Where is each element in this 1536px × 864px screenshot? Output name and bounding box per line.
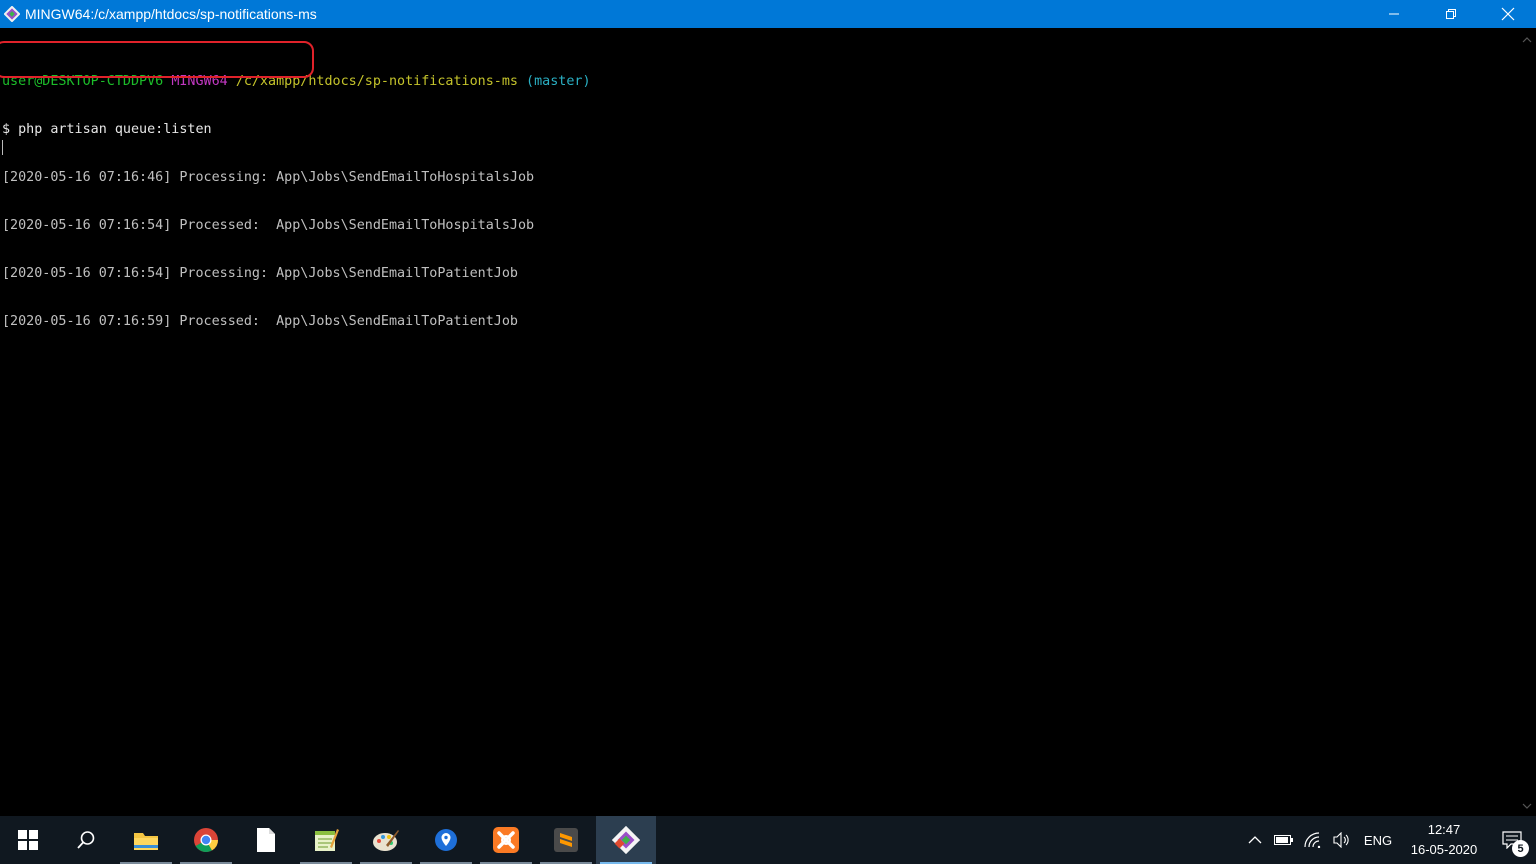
taskbar-app-file-explorer[interactable] [116,816,176,864]
chrome-icon [194,828,218,853]
start-button[interactable] [0,816,56,864]
notification-count-badge: 5 [1512,840,1529,857]
document-icon [257,828,275,852]
terminal-area[interactable]: user@DESKTOP-CTDDPV6 MINGW64 /c/xampp/ht… [0,28,1518,816]
output-line: [2020-05-16 07:16:54] Processing: App\Jo… [2,266,518,281]
battery-icon [1273,835,1293,845]
sublime-icon [554,828,578,852]
taskbar-app-sublime[interactable] [536,816,596,864]
text-cursor [2,140,3,155]
taskbar-app-paint[interactable] [356,816,416,864]
input-language[interactable]: ENG [1356,833,1400,848]
taskbar-app-xampp[interactable] [476,816,536,864]
taskbar-app-maps[interactable] [416,816,476,864]
speaker-icon [1332,832,1349,848]
battery-button[interactable] [1269,816,1298,864]
map-pin-icon [435,829,457,851]
close-icon [1501,7,1514,21]
network-button[interactable] [1298,816,1327,864]
taskbar-app-notepadpp[interactable] [296,816,356,864]
search-button[interactable] [56,816,116,864]
clock-time: 12:47 [1427,822,1461,837]
output-line: [2020-05-16 07:16:59] Processed: App\Job… [2,314,518,329]
terminal-output: user@DESKTOP-CTDDPV6 MINGW64 /c/xampp/ht… [2,42,591,362]
clock[interactable]: 12:47 16-05-2020 [1400,820,1488,860]
prompt-branch: (master) [526,74,591,89]
taskbar-app-document[interactable] [236,816,296,864]
taskbar: ENG 12:47 16-05-2020 5 [0,816,1536,864]
folder-icon [134,833,158,850]
notepadpp-icon [315,829,339,851]
highlight-annotation [0,41,314,78]
git-bash-icon [4,6,20,22]
scroll-up-icon[interactable] [1521,34,1533,46]
action-center-button[interactable]: 5 [1488,816,1536,864]
restore-button[interactable] [1422,0,1479,28]
taskbar-app-chrome[interactable] [176,816,236,864]
minimize-icon [1388,13,1399,15]
git-icon [612,826,640,854]
chevron-up-icon [1248,836,1261,844]
wifi-icon [1303,832,1320,848]
system-tray: ENG 12:47 16-05-2020 5 [1240,816,1536,864]
minimize-button[interactable] [1365,0,1422,28]
show-hidden-icons-button[interactable] [1240,816,1269,864]
clock-date: 16-05-2020 [1410,842,1478,857]
taskbar-app-git-bash[interactable] [596,816,656,864]
restore-icon [1445,9,1456,19]
window-titlebar[interactable]: MINGW64:/c/xampp/htdocs/sp-notifications… [0,0,1536,28]
vertical-scrollbar[interactable] [1518,28,1536,816]
window-title: MINGW64:/c/xampp/htdocs/sp-notifications… [25,6,317,22]
volume-button[interactable] [1327,816,1356,864]
output-line: [2020-05-16 07:16:54] Processed: App\Job… [2,218,535,233]
search-icon [77,831,95,849]
xampp-icon [493,827,519,853]
output-line: [2020-05-16 07:16:46] Processing: App\Jo… [2,170,535,185]
command-line: $ php artisan queue:listen [2,122,212,137]
windows-icon [18,830,38,850]
close-button[interactable] [1479,0,1536,28]
paint-icon [373,830,399,851]
scroll-down-icon[interactable] [1521,800,1533,812]
